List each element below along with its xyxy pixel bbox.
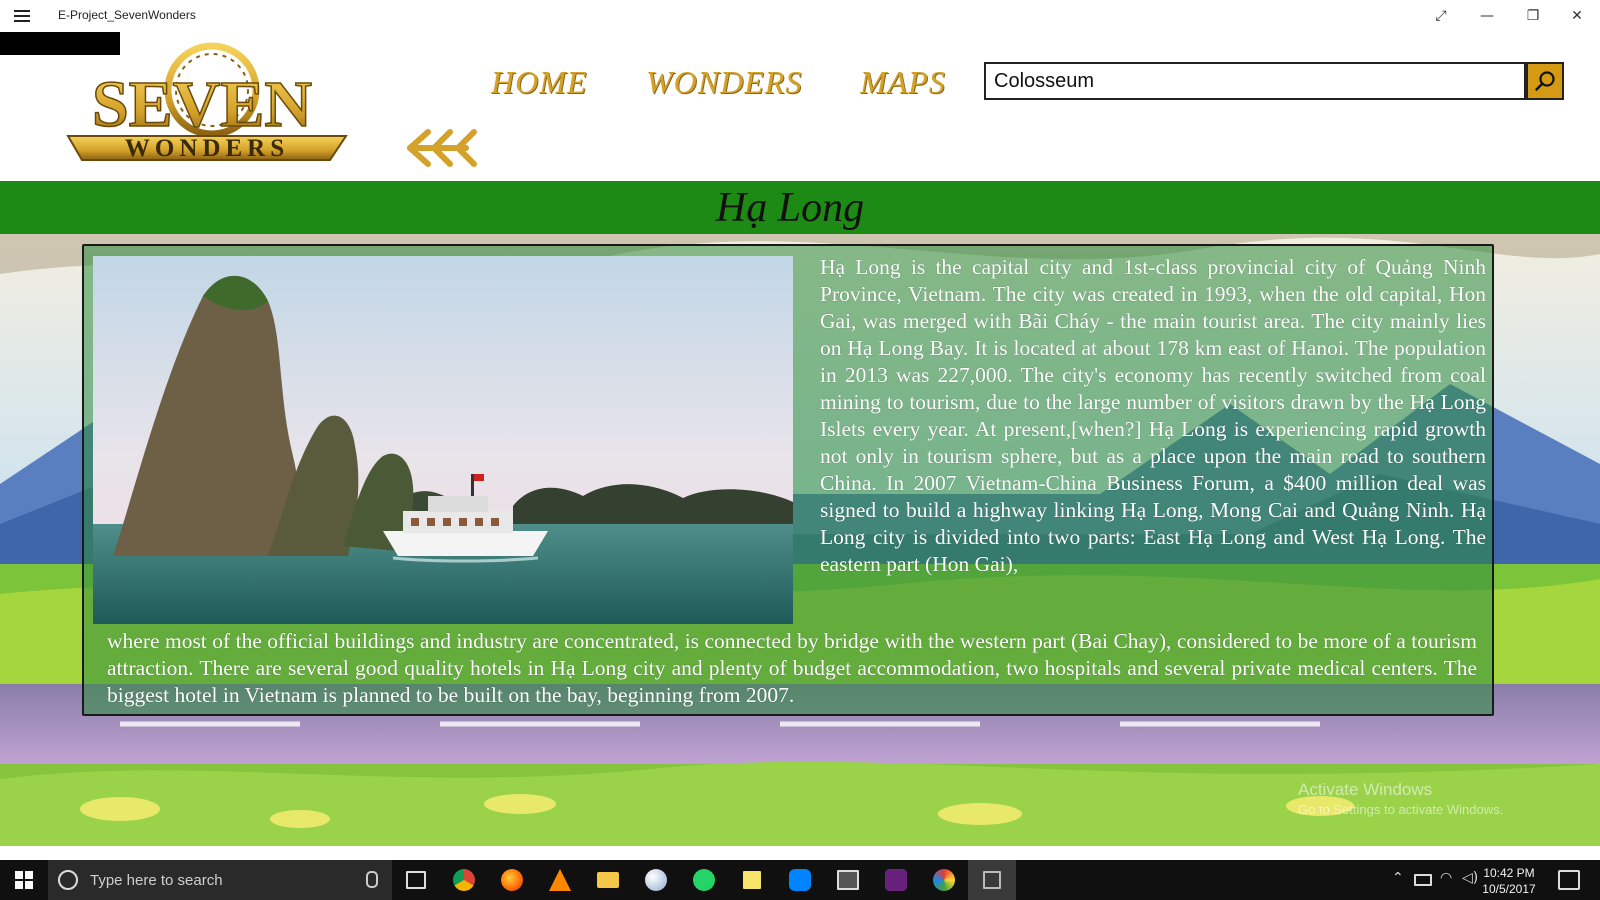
- wifi-icon[interactable]: ◠: [1440, 870, 1452, 886]
- description-paragraph-top: Hạ Long is the capital city and 1st-clas…: [820, 255, 1486, 576]
- microphone-icon[interactable]: [366, 871, 378, 888]
- fullscreen-button[interactable]: ⤢: [1418, 0, 1464, 32]
- nav-maps[interactable]: MAPS: [860, 64, 946, 101]
- window-app-icon[interactable]: [824, 860, 872, 900]
- task-view-icon[interactable]: [392, 860, 440, 900]
- sticky-notes-icon[interactable]: [728, 860, 776, 900]
- chevron-up-icon[interactable]: ⌃: [1392, 870, 1404, 886]
- double-arrow-left-icon[interactable]: [404, 126, 484, 170]
- hamburger-menu-icon[interactable]: [14, 7, 30, 25]
- search-field[interactable]: [984, 62, 1526, 100]
- battery-icon[interactable]: [1414, 874, 1432, 886]
- chrome-icon[interactable]: [440, 860, 488, 900]
- notifications-icon[interactable]: [1558, 870, 1580, 890]
- taskbar: Type here to search ⌃ ◠ ◁) 10:42 PM 10/5…: [0, 860, 1600, 900]
- windows-logo-icon: [15, 871, 33, 889]
- logo-text-wonders: WONDERS: [125, 135, 289, 162]
- restore-button[interactable]: ❐: [1510, 0, 1556, 32]
- window-title: E-Project_SevenWonders: [58, 8, 196, 22]
- paint-icon[interactable]: [632, 860, 680, 900]
- ha-long-bay-photo: [93, 256, 793, 624]
- start-button[interactable]: [0, 860, 48, 900]
- activate-windows-watermark: Activate Windows Go to Settings to activ…: [1298, 780, 1503, 817]
- minimize-button[interactable]: —: [1464, 0, 1510, 32]
- taskbar-search-placeholder: Type here to search: [90, 871, 223, 889]
- taskbar-clock[interactable]: 10:42 PM 10/5/2017: [1478, 865, 1540, 897]
- watermark-subtitle: Go to Settings to activate Windows.: [1298, 802, 1504, 817]
- close-button[interactable]: ✕: [1554, 0, 1600, 32]
- nav-wonders[interactable]: WONDERS: [646, 64, 802, 101]
- cortana-icon: [58, 870, 78, 890]
- messenger-icon[interactable]: [776, 860, 824, 900]
- volume-icon[interactable]: ◁): [1462, 870, 1478, 886]
- firefox-icon[interactable]: [488, 860, 536, 900]
- search-input[interactable]: [994, 67, 1514, 95]
- page-title: Hạ Long: [715, 185, 865, 231]
- watermark-title: Activate Windows: [1298, 780, 1433, 799]
- whatsapp-icon[interactable]: [680, 860, 728, 900]
- active-app-icon[interactable]: [968, 860, 1016, 900]
- seven-wonders-logo[interactable]: SEVEN WONDERS: [52, 38, 362, 162]
- search-button[interactable]: [1526, 62, 1564, 100]
- vlc-icon[interactable]: [536, 860, 584, 900]
- nav-home[interactable]: HOME: [491, 64, 587, 101]
- paint-app-icon[interactable]: [920, 860, 968, 900]
- search-icon: [1535, 71, 1555, 91]
- taskbar-search-box[interactable]: Type here to search: [48, 860, 392, 900]
- visual-studio-icon[interactable]: [872, 860, 920, 900]
- title-bar: E-Project_SevenWonders ⤢ — ❐ ✕: [0, 0, 1600, 32]
- logo-text-seven: SEVEN: [92, 68, 312, 141]
- clock-time: 10:42 PM: [1483, 866, 1535, 880]
- description-paragraph-bottom: where most of the official buildings and…: [107, 629, 1477, 707]
- clock-date: 10/5/2017: [1482, 882, 1536, 896]
- file-explorer-icon[interactable]: [584, 860, 632, 900]
